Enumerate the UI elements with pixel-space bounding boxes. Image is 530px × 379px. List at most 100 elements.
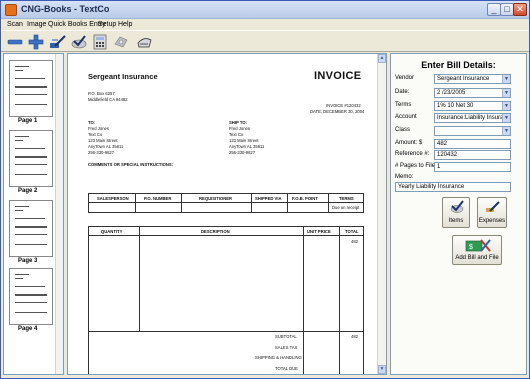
approve-button[interactable] (69, 33, 88, 51)
invoice-heading: INVOICE (314, 70, 362, 82)
thumbnails-scrollbar[interactable] (55, 54, 63, 374)
invoice-address-line: P.O. Box 6257 (88, 91, 115, 96)
menu-help[interactable]: Help (118, 19, 132, 30)
chevron-down-icon[interactable]: ▼ (502, 89, 510, 97)
amount-field[interactable]: 482 (434, 139, 511, 149)
add-bill-and-file-label: Add Bill and File (455, 255, 499, 261)
calculator-button[interactable] (90, 33, 109, 51)
to-line: Fred Jones (88, 126, 109, 131)
menu-scan[interactable]: Scan (7, 19, 23, 30)
pages-to-file-label: # Pages to File: (395, 163, 437, 169)
account-label: Account (395, 114, 417, 120)
app-icon (5, 4, 17, 16)
memo-label: Memo: (395, 174, 414, 180)
scroll-down-arrow[interactable]: ▼ (378, 365, 386, 374)
close-button[interactable]: ✕ (513, 3, 527, 16)
expenses-button-label: Expenses (478, 218, 506, 224)
pen-icon (486, 201, 500, 212)
invoice-company-name: Sergeant Insurance (88, 72, 158, 81)
info-header: TERMS (339, 196, 354, 201)
chevron-down-icon[interactable]: ▼ (502, 102, 510, 110)
app-window: CNG-Books - TextCo _ □ ✕ Scan Image Quic… (0, 0, 530, 379)
thumbnail-label: Page 2 (18, 188, 38, 194)
menu-setup[interactable]: Setup (98, 19, 116, 30)
pages-to-file-field[interactable]: 1 (434, 162, 511, 172)
to-label: TO: (88, 120, 96, 125)
to-line: AnyTown AL 35611 (88, 144, 124, 149)
item-header: UNIT PRICE (307, 229, 331, 234)
document-scrollbar[interactable]: ▲ ▼ (377, 54, 386, 374)
sales-tax-label: SALES TAX (275, 345, 298, 350)
chevron-down-icon[interactable]: ▼ (502, 114, 510, 122)
gear-icon (114, 36, 128, 48)
info-header: REQUISITIONER (199, 196, 233, 201)
invoice-items-table: QUANTITY DESCRIPTION UNIT PRICE TOTAL 48… (88, 226, 364, 374)
pen-icon (50, 35, 66, 48)
account-select[interactable]: Insurance:Liability Insuran ▼ (434, 113, 511, 123)
page-thumbnails-panel: Page 1 Page 2 Page 3 Page 4 (3, 53, 64, 375)
minimize-button[interactable]: _ (487, 3, 501, 16)
terms-select[interactable]: 1% 10 Net 30 ▼ (434, 101, 511, 111)
reference-field[interactable]: 120432 (434, 150, 511, 160)
print-button[interactable] (134, 33, 153, 51)
invoice-date: DATE: DECEMBER 30, 2004 (310, 109, 365, 114)
zoom-out-button[interactable] (5, 33, 24, 51)
shipping-label: SHIPPING & HANDLING (255, 355, 302, 360)
reference-label: Reference #: (395, 151, 430, 157)
edit-button[interactable] (48, 33, 67, 51)
memo-field[interactable]: Yearly Liability Insurance (395, 182, 511, 192)
expenses-button[interactable]: Expenses (477, 197, 507, 228)
vendor-select[interactable]: Sergeant Insurance ▼ (434, 74, 511, 84)
class-label: Class (395, 127, 411, 133)
shipto-line: 256-330-9627 (229, 150, 256, 155)
info-header: P.O. NUMBER (144, 196, 172, 201)
add-bill-and-file-button[interactable]: $ Add Bill and File (452, 235, 502, 265)
to-line: 123 Main Street (88, 138, 118, 143)
invoice-address-line: Middlefield CA 94482 (88, 97, 128, 102)
chevron-down-icon[interactable]: ▼ (502, 75, 510, 83)
items-button[interactable]: Items (442, 197, 470, 228)
to-line: Text Co (88, 132, 103, 137)
thumbnail-label: Page 1 (18, 118, 38, 124)
print-icon (137, 38, 152, 48)
item-header: TOTAL (345, 229, 359, 234)
class-select[interactable]: ▼ (434, 126, 511, 136)
terms-value: Due on receipt (332, 205, 360, 210)
money-icon: $ (465, 239, 491, 252)
comments-label: COMMENTS OR SPECIAL INSTRUCTIONS: (88, 162, 174, 167)
thumbnail-page-1[interactable] (9, 60, 53, 117)
terms-label: Terms (395, 102, 412, 108)
thumbnail-label: Page 4 (18, 326, 38, 332)
chevron-down-icon[interactable]: ▼ (502, 127, 510, 135)
shipto-label: SHIP TO: (229, 120, 247, 125)
bill-details-panel: Enter Bill Details: Vendor Sergeant Insu… (390, 53, 527, 375)
toolbar (1, 30, 529, 52)
thumbnail-page-2[interactable] (9, 130, 53, 187)
settings-button[interactable] (111, 33, 130, 51)
checkmark-icon (450, 200, 464, 213)
menu-quick-books-entry[interactable]: Quick Books Entry (48, 19, 106, 30)
to-line: 256-330-9627 (88, 150, 115, 155)
calculator-icon (93, 34, 106, 50)
thumbnail-page-3[interactable] (9, 200, 53, 257)
shipto-line: 123 Main Street (229, 138, 259, 143)
item-header: DESCRIPTION (201, 229, 230, 234)
subtotal-label: SUBTOTAL (275, 334, 297, 339)
thumbnail-label: Page 3 (18, 258, 38, 264)
title-bar[interactable]: CNG-Books - TextCo _ □ ✕ (1, 1, 529, 19)
minus-icon (7, 39, 22, 45)
info-header: SALESPERSON (97, 196, 129, 201)
info-header: F.O.B. POINT (292, 196, 318, 201)
svg-text:$: $ (469, 244, 473, 251)
invoice-info-table: SALESPERSON P.O. NUMBER REQUISITIONER SH… (88, 193, 364, 213)
info-header: SHIPPED VIA (255, 196, 282, 201)
menu-image[interactable]: Image (27, 19, 46, 30)
item-header: QUANTITY (101, 229, 123, 234)
date-picker[interactable]: 2 /23/2005 ▼ (434, 88, 511, 98)
vendor-label: Vendor (395, 75, 415, 81)
maximize-button[interactable]: □ (500, 3, 514, 16)
zoom-in-button[interactable] (26, 33, 45, 51)
scroll-up-arrow[interactable]: ▲ (378, 54, 386, 63)
thumbnail-page-4[interactable] (9, 268, 53, 325)
window-title: CNG-Books - TextCo (21, 4, 110, 14)
